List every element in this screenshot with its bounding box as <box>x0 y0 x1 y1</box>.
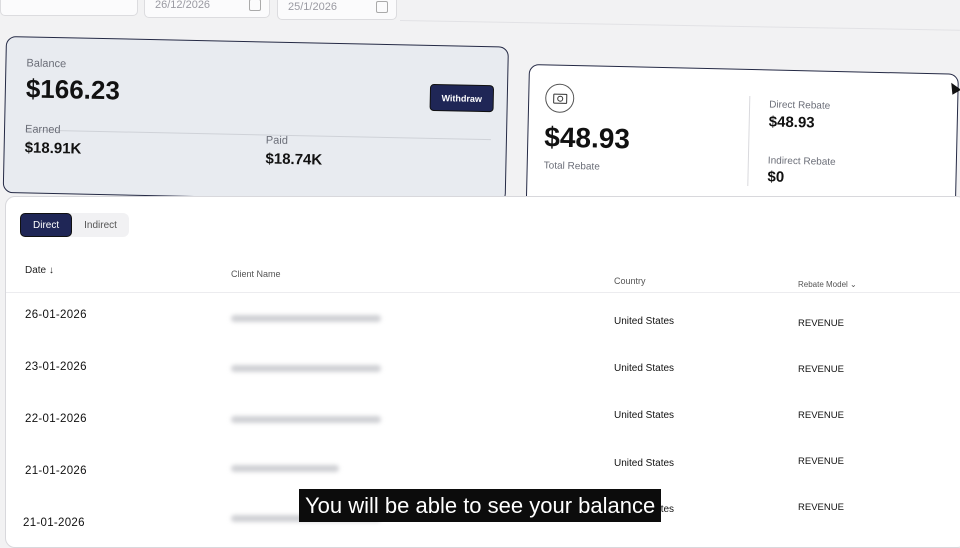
direct-rebate-label: Direct Rebate <box>769 99 831 112</box>
cell-rebate-model: REVENUE <box>798 502 844 513</box>
indirect-rebate-value: $0 <box>767 168 785 186</box>
client-name-redacted <box>231 365 381 372</box>
cell-date: 21-01-2026 <box>23 517 85 529</box>
total-rebate-label: Total Rebate <box>543 160 600 173</box>
withdraw-button[interactable]: Withdraw <box>429 83 495 113</box>
cell-date: 26-01-2026 <box>25 309 87 321</box>
column-header-country: Country <box>614 276 646 286</box>
client-name-redacted <box>231 465 339 472</box>
subtitle-caption: You will be able to see your balance <box>299 489 662 522</box>
column-header-rebate-model[interactable]: Rebate Model ⌄ <box>798 280 857 289</box>
cell-date: 22-01-2026 <box>25 413 87 425</box>
calendar-icon[interactable] <box>249 0 261 11</box>
balance-card: Balance $166.23 Withdraw Earned $18.91K … <box>2 36 509 204</box>
rebate-card: $48.93 Total Rebate Direct Rebate $48.93… <box>525 64 959 217</box>
paid-value: $18.74K <box>265 150 323 169</box>
end-date-value: 25/1/2026 <box>288 1 337 13</box>
cell-country: United States <box>614 410 675 421</box>
tab-indirect[interactable]: Indirect <box>72 213 129 237</box>
card-divider <box>25 129 491 141</box>
client-name-redacted <box>231 416 381 423</box>
end-date-field[interactable]: 25/1/2026 <box>277 0 397 20</box>
card-divider <box>747 96 751 187</box>
cell-country: United States <box>614 363 675 374</box>
money-icon <box>544 83 575 114</box>
cell-rebate-model: REVENUE <box>798 318 844 329</box>
cell-country: United States <box>614 458 675 469</box>
start-date-value: 26/12/2026 <box>155 0 211 11</box>
balance-amount: $166.23 <box>25 73 121 106</box>
column-header-date[interactable]: Date ↓ <box>25 265 54 276</box>
start-date-field[interactable]: 26/12/2026 <box>144 0 270 18</box>
cell-rebate-model: REVENUE <box>798 364 844 375</box>
earned-label: Earned <box>24 123 61 137</box>
cell-country: United States <box>614 316 675 327</box>
balance-label: Balance <box>26 57 67 71</box>
earned-value: $18.91K <box>24 139 82 158</box>
cell-date: 21-01-2026 <box>25 465 87 477</box>
cell-rebate-model: REVENUE <box>798 456 844 467</box>
cell-rebate-model: REVENUE <box>798 410 844 421</box>
direct-rebate-value: $48.93 <box>768 113 815 132</box>
client-name-redacted <box>231 315 381 322</box>
calendar-icon[interactable] <box>376 1 388 13</box>
cell-date: 23-01-2026 <box>25 361 87 373</box>
header-separator <box>6 292 960 293</box>
filter-field[interactable] <box>0 0 138 16</box>
section-divider <box>399 20 960 31</box>
tab-group: Direct Indirect <box>20 213 129 237</box>
column-header-client: Client Name <box>231 269 281 279</box>
indirect-rebate-label: Indirect Rebate <box>767 155 836 168</box>
paid-label: Paid <box>265 134 289 147</box>
tab-direct[interactable]: Direct <box>20 213 73 237</box>
total-rebate-value: $48.93 <box>543 121 631 155</box>
